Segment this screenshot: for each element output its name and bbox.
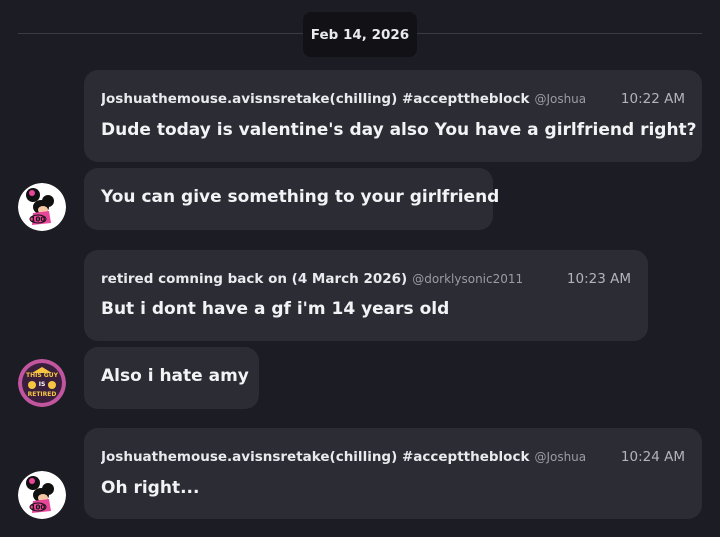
user-handle[interactable]: @dorklysonic2011: [412, 272, 557, 286]
message-text: Oh right...: [101, 478, 200, 498]
timestamp: 10:23 AM: [566, 271, 631, 287]
message-header: Joshuathemouse.avisnsretake(chilling) #a…: [101, 91, 685, 107]
message-header: Joshuathemouse.avisnsretake(chilling) #a…: [101, 449, 685, 465]
timestamp: 10:22 AM: [620, 91, 685, 107]
timestamp: 10:24 AM: [620, 449, 685, 465]
message-bubble-2[interactable]: You can give something to your girlfrien…: [84, 168, 499, 230]
message-text: But i dont have a gf i'm 14 years old: [101, 299, 450, 319]
retired-badge-icon: THIS GUY IS RETIRED: [18, 359, 66, 407]
retired-badge-top: THIS GUY: [26, 372, 59, 379]
username[interactable]: retired comning back on (4 March 2026): [101, 271, 407, 287]
user-handle[interactable]: @Joshua: [534, 92, 610, 106]
retired-badge-bottom: RETIRED: [28, 391, 57, 398]
username[interactable]: Joshuathemouse.avisnsretake(chilling) #a…: [101, 91, 529, 107]
mickey-avatar-icon: 100: [18, 183, 66, 231]
message-bubble-1[interactable]: Joshuathemouse.avisnsretake(chilling) #a…: [84, 70, 702, 162]
message-text: You can give something to your girlfrien…: [101, 187, 500, 207]
message-text: Dude today is valentine's day also You h…: [101, 120, 697, 140]
retired-badge-mid: IS: [39, 381, 46, 388]
message-text: Also i hate amy: [101, 366, 249, 386]
message-bubble-3[interactable]: retired comning back on (4 March 2026) @…: [84, 250, 648, 341]
message-bubble-4[interactable]: Also i hate amy: [84, 347, 259, 409]
message-bubble-5[interactable]: Joshuathemouse.avisnsretake(chilling) #a…: [84, 428, 702, 519]
mickey-badge-text: 100: [31, 216, 46, 224]
message-header: retired comning back on (4 March 2026) @…: [101, 271, 631, 287]
retired-avatar[interactable]: THIS GUY IS RETIRED: [18, 359, 66, 407]
user-handle[interactable]: @Joshua: [534, 450, 610, 464]
mickey-badge-text: 100: [31, 504, 46, 512]
mickey-avatar[interactable]: 100: [18, 471, 66, 519]
date-separator: Feb 14, 2026: [303, 12, 417, 57]
mickey-avatar[interactable]: 100: [18, 183, 66, 231]
mickey-avatar-icon: 100: [18, 471, 66, 519]
username[interactable]: Joshuathemouse.avisnsretake(chilling) #a…: [101, 449, 529, 465]
